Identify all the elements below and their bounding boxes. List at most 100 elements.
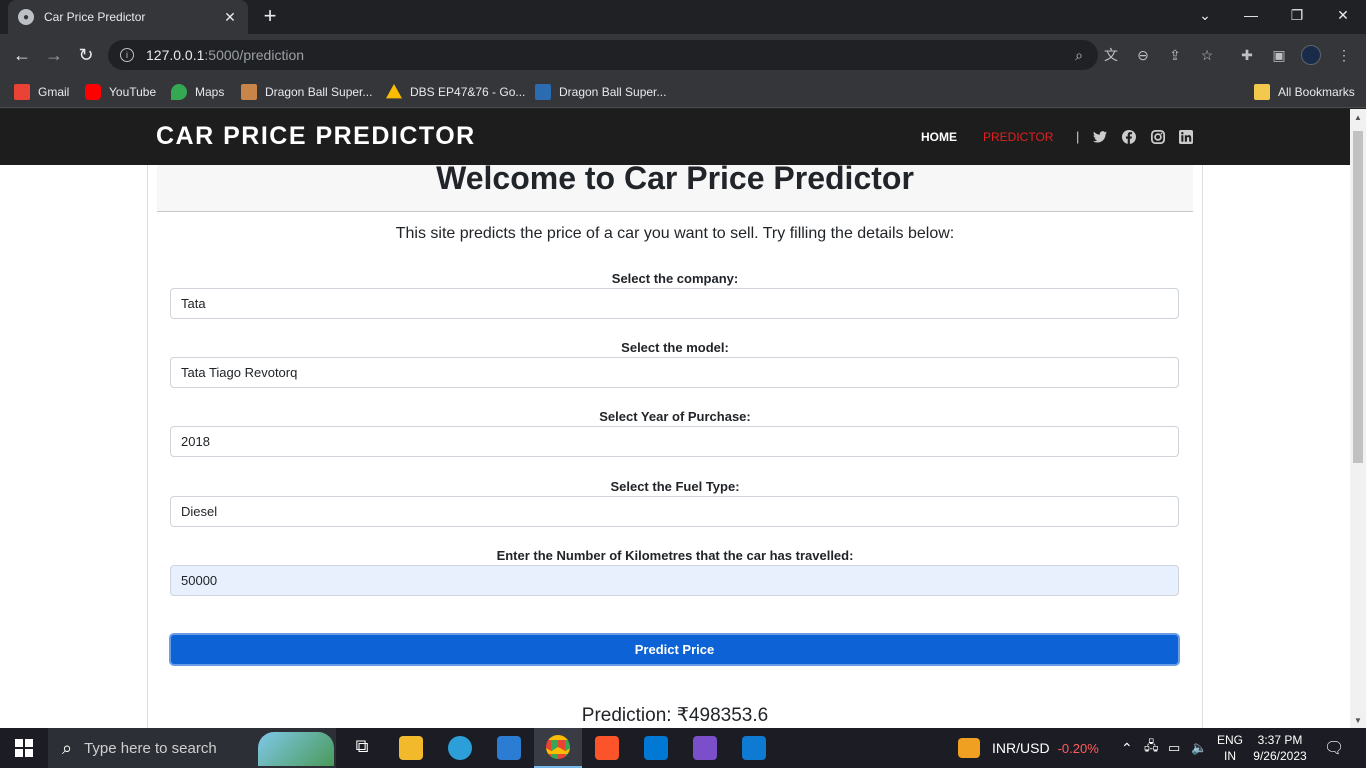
kilometres-input[interactable]: 50000 (170, 565, 1179, 596)
browser-tab[interactable]: ● Car Price Predictor ✕ (8, 0, 248, 34)
linkedin-icon[interactable] (1178, 129, 1194, 145)
network-icon[interactable]: 🖧 (1144, 728, 1159, 768)
store-icon[interactable] (644, 736, 668, 760)
new-tab-button[interactable]: + (258, 5, 282, 27)
fuel-type-label: Select the Fuel Type: (610, 479, 740, 494)
prediction-result: Prediction: ₹498353.6 (581, 705, 769, 726)
browser-toolbar: ← → ↻ i 127.0.0.1:5000/prediction ⌕ 文 ⊖ … (0, 34, 1366, 76)
twitter-icon[interactable] (1092, 129, 1108, 145)
dragon-ball-icon (535, 84, 551, 100)
extensions-icon[interactable]: ✚ (1236, 44, 1258, 66)
back-button[interactable]: ← (10, 43, 34, 67)
language-indicator[interactable]: ENG IN (1212, 732, 1248, 764)
year-value: 2018 (181, 434, 210, 449)
scroll-up-arrow[interactable]: ▲ (1350, 109, 1366, 125)
file-explorer-icon[interactable] (399, 736, 423, 760)
predict-price-button[interactable]: Predict Price (169, 633, 1180, 666)
tab-title: Car Price Predictor (44, 10, 146, 24)
company-select[interactable]: Tata (170, 288, 1179, 319)
kilometres-label: Enter the Number of Kilometres that the … (496, 548, 854, 563)
all-bookmarks[interactable]: All Bookmarks (1254, 82, 1355, 102)
visual-studio-icon[interactable] (693, 736, 717, 760)
bookmark-youtube[interactable]: YouTube (85, 82, 156, 102)
language-bottom: IN (1224, 749, 1236, 763)
scroll-down-arrow[interactable]: ▼ (1350, 712, 1366, 728)
kilometres-value: 50000 (181, 573, 218, 588)
nav-home-link[interactable]: HOME (921, 130, 957, 144)
mail-icon[interactable] (497, 736, 521, 760)
tab-search-icon[interactable]: ⌄ (1182, 0, 1228, 30)
bookmark-gmail[interactable]: Gmail (14, 82, 69, 102)
facebook-icon[interactable] (1121, 129, 1137, 145)
bookmark-label: Dragon Ball Super... (265, 85, 373, 99)
site-brand[interactable]: CAR PRICE PREDICTOR (156, 122, 476, 151)
close-window-button[interactable]: ✕ (1320, 0, 1366, 30)
all-bookmarks-label: All Bookmarks (1278, 85, 1355, 99)
site-navbar: CAR PRICE PREDICTOR HOME PREDICTOR | (0, 109, 1350, 165)
share-icon[interactable]: ⇪ (1164, 44, 1186, 66)
menu-icon[interactable]: ⋮ (1333, 44, 1355, 66)
translate-icon[interactable]: 文 (1100, 44, 1122, 66)
currency-change: -0.20% (1057, 740, 1099, 756)
bookmark-maps[interactable]: Maps (171, 82, 224, 102)
url-host: 127.0.0.1 (146, 47, 205, 63)
bookmark-label: YouTube (109, 85, 157, 99)
taskbar-search-placeholder: Type here to search (84, 739, 217, 757)
bookmark-dragon-ball-2[interactable]: Dragon Ball Super... (535, 82, 666, 102)
site-info-icon[interactable]: i (120, 48, 134, 62)
chrome-taskbar-button[interactable] (534, 728, 582, 768)
tab-strip: ● Car Price Predictor ✕ + ⌄ — ❐ ✕ (0, 0, 1366, 34)
search-highlight-icon (258, 732, 334, 766)
nav-separator: | (1076, 129, 1080, 144)
tray-chevron-icon[interactable]: ⌃ (1121, 728, 1133, 768)
volume-icon[interactable]: 🔈 (1191, 728, 1207, 768)
minimize-button[interactable]: — (1228, 0, 1274, 30)
bookmark-dragon-ball-1[interactable]: Dragon Ball Super... (241, 82, 372, 102)
company-label: Select the company: (611, 271, 739, 286)
globe-icon: ● (18, 9, 34, 25)
scrollbar-thumb[interactable] (1353, 131, 1363, 463)
notification-icon[interactable]: 🗨 (1324, 728, 1344, 768)
search-icon: ⌕ (62, 737, 73, 758)
intro-text: This site predicts the price of a car yo… (395, 225, 955, 242)
windows-taskbar: ⌕ Type here to search ⧉ INR/USD -0.20% ⌃… (0, 728, 1366, 768)
instagram-icon[interactable] (1150, 129, 1166, 145)
year-label: Select Year of Purchase: (599, 409, 751, 424)
windows-start-icon[interactable] (0, 728, 48, 768)
bookmark-star-icon[interactable]: ☆ (1196, 44, 1218, 66)
folder-icon (1254, 84, 1270, 100)
taskbar-search[interactable]: ⌕ Type here to search (48, 728, 336, 768)
nav-predictor-link[interactable]: PREDICTOR (983, 130, 1053, 144)
forward-button[interactable]: → (42, 43, 66, 67)
profile-avatar[interactable] (1300, 44, 1322, 66)
search-icon[interactable]: ⌕ (1068, 44, 1090, 66)
bookmark-drive[interactable]: DBS EP47&76 - Go... (386, 82, 525, 102)
model-select[interactable]: Tata Tiago Revotorq (170, 357, 1179, 388)
date: 9/26/2023 (1253, 749, 1307, 763)
reload-button[interactable]: ↻ (74, 43, 98, 67)
brave-icon[interactable] (595, 736, 619, 760)
restore-button[interactable]: ❐ (1274, 0, 1320, 30)
close-tab-icon[interactable]: ✕ (222, 9, 238, 26)
time: 3:37 PM (1257, 733, 1303, 747)
youtube-icon (85, 84, 101, 100)
card-header: Welcome to Car Price Predictor (157, 162, 1193, 212)
gmail-icon (14, 84, 30, 100)
vscode-icon[interactable] (742, 736, 766, 760)
clock[interactable]: 3:37 PM 9/26/2023 (1250, 732, 1310, 764)
page-viewport: CAR PRICE PREDICTOR HOME PREDICTOR | Wel… (0, 109, 1350, 728)
edge-icon[interactable] (448, 736, 472, 760)
zoom-icon[interactable]: ⊖ (1132, 44, 1154, 66)
task-view-icon[interactable]: ⧉ (350, 736, 374, 760)
address-bar[interactable]: i 127.0.0.1:5000/prediction (108, 40, 1098, 70)
bookmark-label: Gmail (38, 85, 70, 99)
side-panel-icon[interactable]: ▣ (1268, 44, 1290, 66)
bookmark-label: DBS EP47&76 - Go... (410, 85, 526, 99)
currency-widget[interactable]: INR/USD -0.20% (958, 728, 1099, 768)
url-path: :5000/prediction (204, 47, 305, 63)
bookmark-label: Dragon Ball Super... (559, 85, 667, 99)
page-scrollbar[interactable]: ▲ ▼ (1350, 109, 1366, 728)
fuel-type-select[interactable]: Diesel (170, 496, 1179, 527)
year-select[interactable]: 2018 (170, 426, 1179, 457)
battery-icon[interactable]: ▭ (1168, 728, 1180, 768)
